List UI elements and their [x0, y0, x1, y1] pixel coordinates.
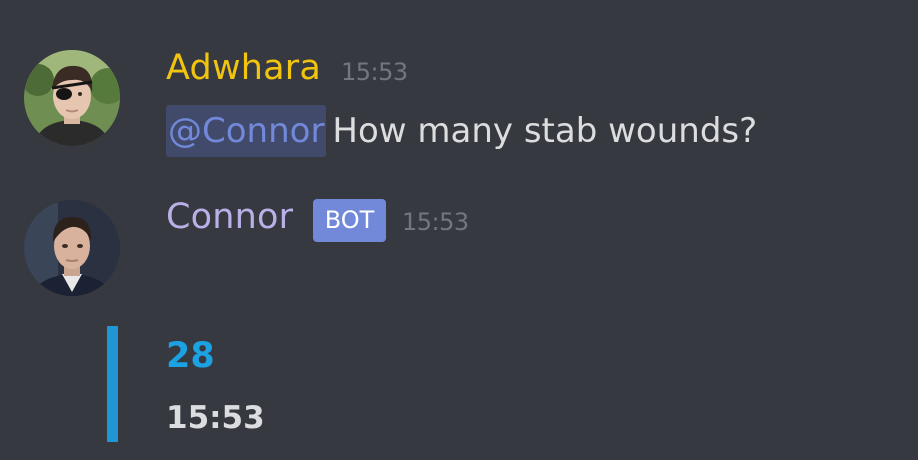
timestamp: 15:53 [341, 58, 408, 86]
message-text: How many stab wounds? [332, 111, 758, 151]
embed-accent-bar [107, 326, 118, 442]
bot-badge: BOT [313, 199, 386, 242]
timestamp: 15:53 [402, 208, 469, 236]
bot-avatar-icon [24, 200, 120, 296]
embed-footer-timestamp: 15:53 [166, 400, 265, 436]
avatar-adwhara[interactable] [24, 50, 120, 146]
user-photo-icon [24, 50, 120, 146]
username-connor[interactable]: Connor [166, 197, 293, 237]
mention-connor[interactable]: @Connor [166, 105, 327, 157]
username-adwhara[interactable]: Adwhara [166, 48, 321, 88]
avatar-connor[interactable] [24, 200, 120, 296]
message-content: @Connor How many stab wounds? [166, 105, 757, 157]
embed-title: 28 [166, 336, 215, 376]
